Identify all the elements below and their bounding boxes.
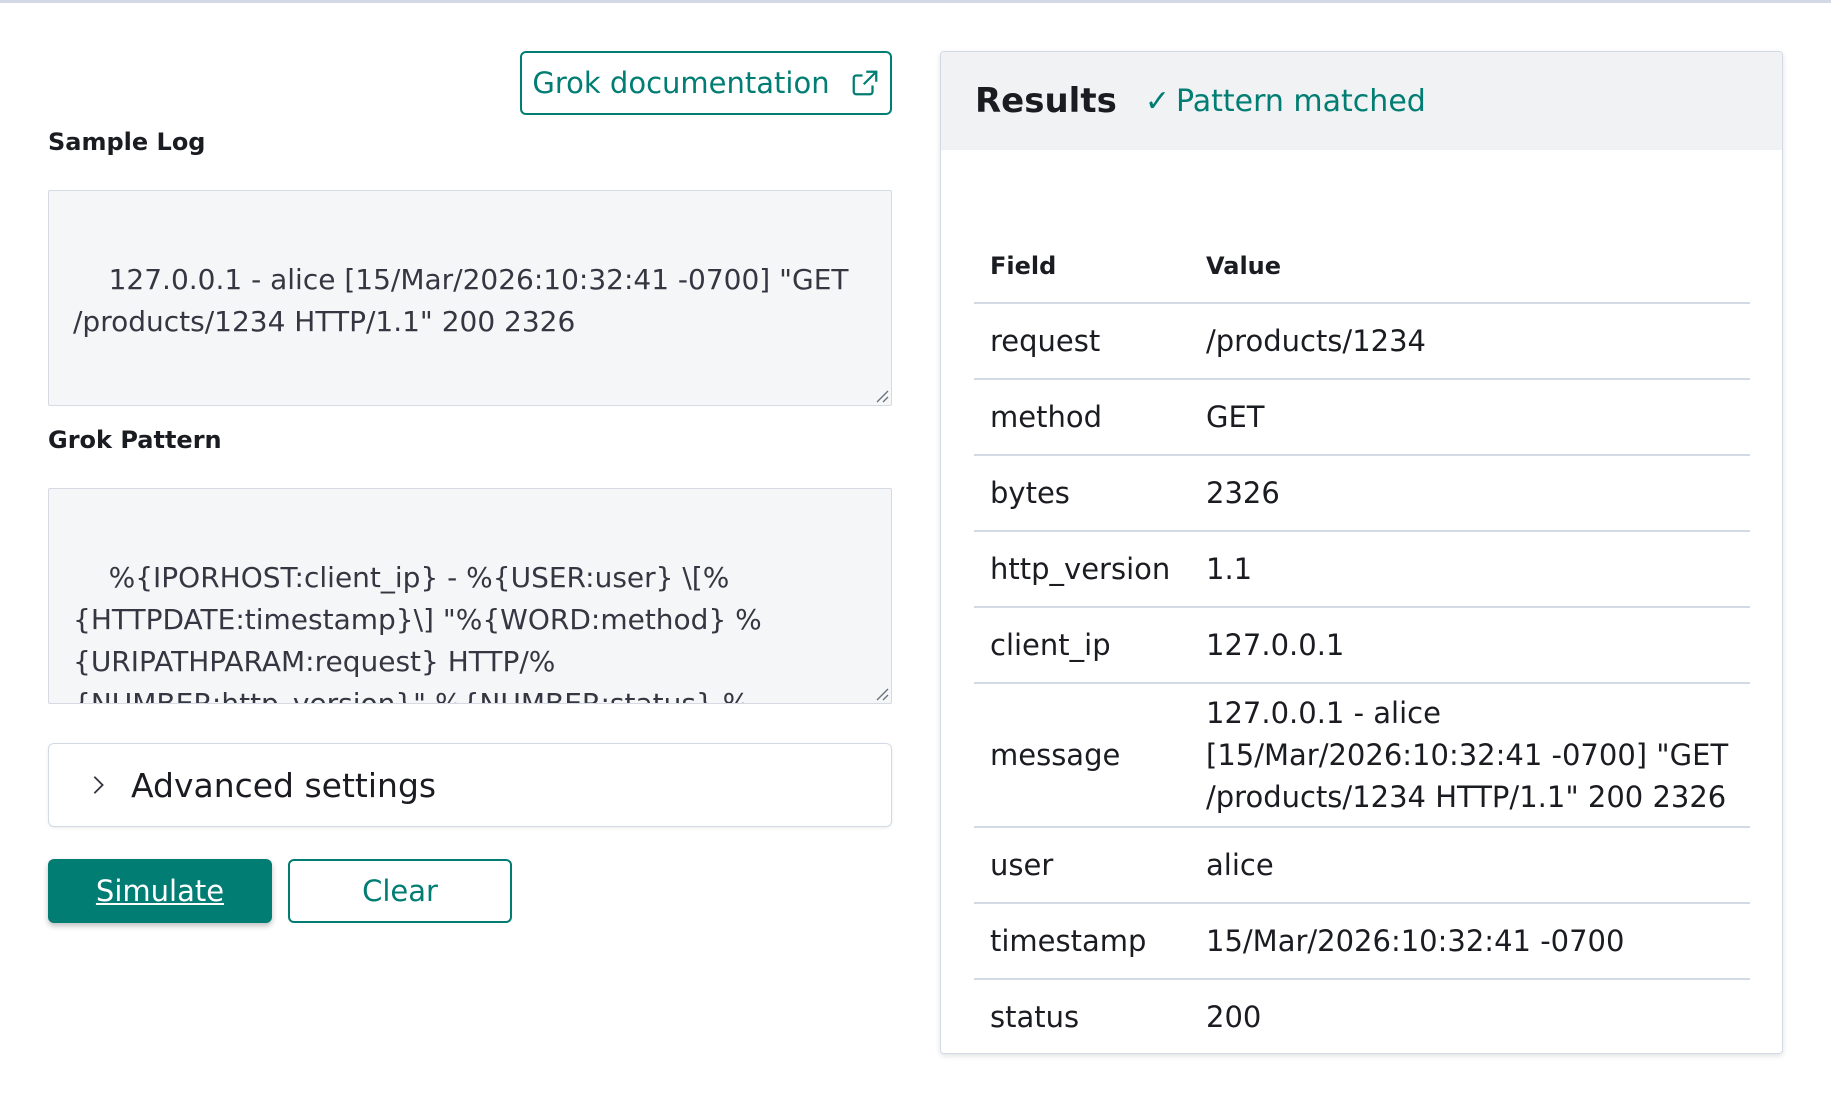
table-header: Field Value	[974, 230, 1750, 304]
grok-documentation-link[interactable]: Grok documentation	[520, 51, 892, 115]
results-panel: Results ✓ Pattern matched Field Value re…	[940, 51, 1783, 1054]
sample-log-text: 127.0.0.1 - alice [15/Mar/2026:10:32:41 …	[73, 263, 858, 338]
value-cell: /products/1234	[1206, 324, 1426, 358]
table-row: client_ip 127.0.0.1	[974, 608, 1750, 684]
column-header-value: Value	[1206, 252, 1282, 280]
table-row: timestamp 15/Mar/2026:10:32:41 -0700	[974, 904, 1750, 980]
table-row: request /products/1234	[974, 304, 1750, 380]
value-cell: 200	[1206, 1000, 1262, 1034]
field-cell: timestamp	[990, 924, 1147, 958]
status-text: Pattern matched	[1175, 83, 1426, 119]
table-row: bytes 2326	[974, 456, 1750, 532]
grok-pattern-text: %{IPORHOST:client_ip} - %{USER:user} \[%…	[73, 561, 762, 704]
check-icon: ✓	[1144, 83, 1170, 119]
chevron-right-icon	[93, 776, 104, 794]
field-cell: request	[990, 324, 1101, 358]
grok-documentation-label: Grok documentation	[532, 66, 830, 100]
external-link-icon	[852, 70, 877, 96]
field-cell: method	[990, 400, 1102, 434]
value-cell: alice	[1206, 848, 1274, 882]
resize-handle-icon[interactable]	[873, 685, 889, 701]
value-cell: 2326	[1206, 476, 1280, 510]
resize-handle-icon[interactable]	[873, 387, 889, 403]
sample-log-label: Sample Log	[48, 128, 206, 156]
table-row: http_version 1.1	[974, 532, 1750, 608]
table-row: method GET	[974, 380, 1750, 456]
table-row: message 127.0.0.1 - alice [15/Mar/2026:1…	[974, 684, 1750, 828]
simulator-form: Grok documentation Sample Log 127.0.0.1 …	[48, 0, 892, 1094]
sample-log-input[interactable]: 127.0.0.1 - alice [15/Mar/2026:10:32:41 …	[48, 190, 892, 406]
column-header-field: Field	[990, 252, 1057, 280]
field-cell: message	[990, 738, 1121, 772]
results-header: Results ✓ Pattern matched	[941, 52, 1782, 150]
grok-pattern-input[interactable]: %{IPORHOST:client_ip} - %{USER:user} \[%…	[48, 488, 892, 704]
field-cell: user	[990, 848, 1054, 882]
simulate-button[interactable]: Simulate	[48, 859, 272, 923]
field-cell: status	[990, 1000, 1080, 1034]
grok-pattern-label: Grok Pattern	[48, 426, 222, 454]
value-cell: 1.1	[1206, 552, 1253, 586]
field-cell: client_ip	[990, 628, 1111, 662]
value-cell: 127.0.0.1	[1206, 628, 1345, 662]
results-table: Field Value request /products/1234 metho…	[974, 230, 1750, 1053]
value-cell: 127.0.0.1 - alice [15/Mar/2026:10:32:41 …	[1206, 696, 1729, 814]
table-row: user alice	[974, 828, 1750, 904]
results-title: Results	[975, 81, 1117, 121]
field-cell: http_version	[990, 552, 1171, 586]
value-cell: GET	[1206, 400, 1265, 434]
value-cell: 15/Mar/2026:10:32:41 -0700	[1206, 924, 1625, 958]
table-row: status 200	[974, 980, 1750, 1053]
clear-button[interactable]: Clear	[288, 859, 512, 923]
status-badge: ✓ Pattern matched	[1145, 84, 1426, 119]
advanced-settings-accordion[interactable]: Advanced settings	[48, 743, 892, 827]
advanced-settings-label: Advanced settings	[131, 765, 437, 805]
field-cell: bytes	[990, 476, 1070, 510]
